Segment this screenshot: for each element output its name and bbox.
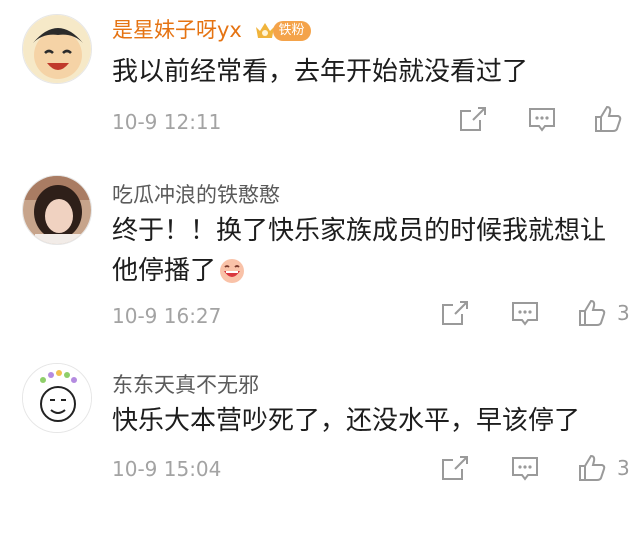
avatar[interactable]: [22, 363, 92, 433]
cartoon-avatar-icon: [23, 15, 91, 83]
share-icon: [460, 107, 486, 131]
share-icon: [442, 301, 468, 325]
like-button[interactable]: [593, 104, 623, 134]
reply-button[interactable]: [510, 300, 540, 328]
comment-text: 我以前经常看，去年开始就没看过了: [112, 57, 529, 87]
repost-button[interactable]: [440, 454, 470, 482]
comment-text: 快乐大本营吵死了，还没水平，早该停了: [112, 406, 581, 436]
avatar[interactable]: [22, 175, 92, 245]
repost-button[interactable]: [440, 299, 470, 327]
comment-item: 吃瓜冲浪的铁憨憨 终于！！换了快乐家族成员的时候我就想让 他停播了 10-9 1…: [0, 165, 640, 345]
comment-icon: [512, 302, 538, 326]
username[interactable]: 是星妹子呀yx 铁粉: [112, 14, 311, 44]
repost-button[interactable]: [458, 105, 488, 133]
doodle-avatar-icon: [23, 364, 91, 432]
like-button[interactable]: 3: [577, 453, 630, 483]
comment-time: 10-9 12:11: [112, 110, 222, 134]
like-count: 3: [617, 301, 630, 325]
comment-time: 10-9 16:27: [112, 304, 222, 328]
comment-icon: [512, 457, 538, 481]
fan-badge: 铁粉: [253, 20, 311, 42]
share-icon: [442, 456, 468, 480]
thumbs-up-icon: [579, 454, 606, 481]
comment-item: 东东天真不无邪 快乐大本营吵死了，还没水平，早该停了 10-9 15:04 3: [0, 355, 640, 536]
photo-avatar-icon: [23, 176, 91, 244]
like-button[interactable]: 3: [577, 298, 630, 328]
reply-button[interactable]: [527, 106, 557, 134]
laughing-emoji-icon: [220, 259, 245, 283]
username[interactable]: 吃瓜冲浪的铁憨憨: [112, 179, 280, 209]
reply-button[interactable]: [510, 455, 540, 483]
comment-time: 10-9 15:04: [112, 457, 222, 481]
avatar[interactable]: [22, 14, 92, 84]
comment-item: 是星妹子呀yx 铁粉 我以前经常看，去年开始就没看过了 10-9 12:11: [0, 0, 640, 150]
like-count: 3: [617, 456, 630, 480]
username[interactable]: 东东天真不无邪: [112, 369, 259, 399]
comment-text: 终于！！换了快乐家族成员的时候我就想让 他停播了: [112, 216, 607, 286]
thumbs-up-icon: [579, 299, 606, 326]
thumbs-up-icon: [595, 105, 622, 132]
comment-icon: [529, 108, 555, 132]
